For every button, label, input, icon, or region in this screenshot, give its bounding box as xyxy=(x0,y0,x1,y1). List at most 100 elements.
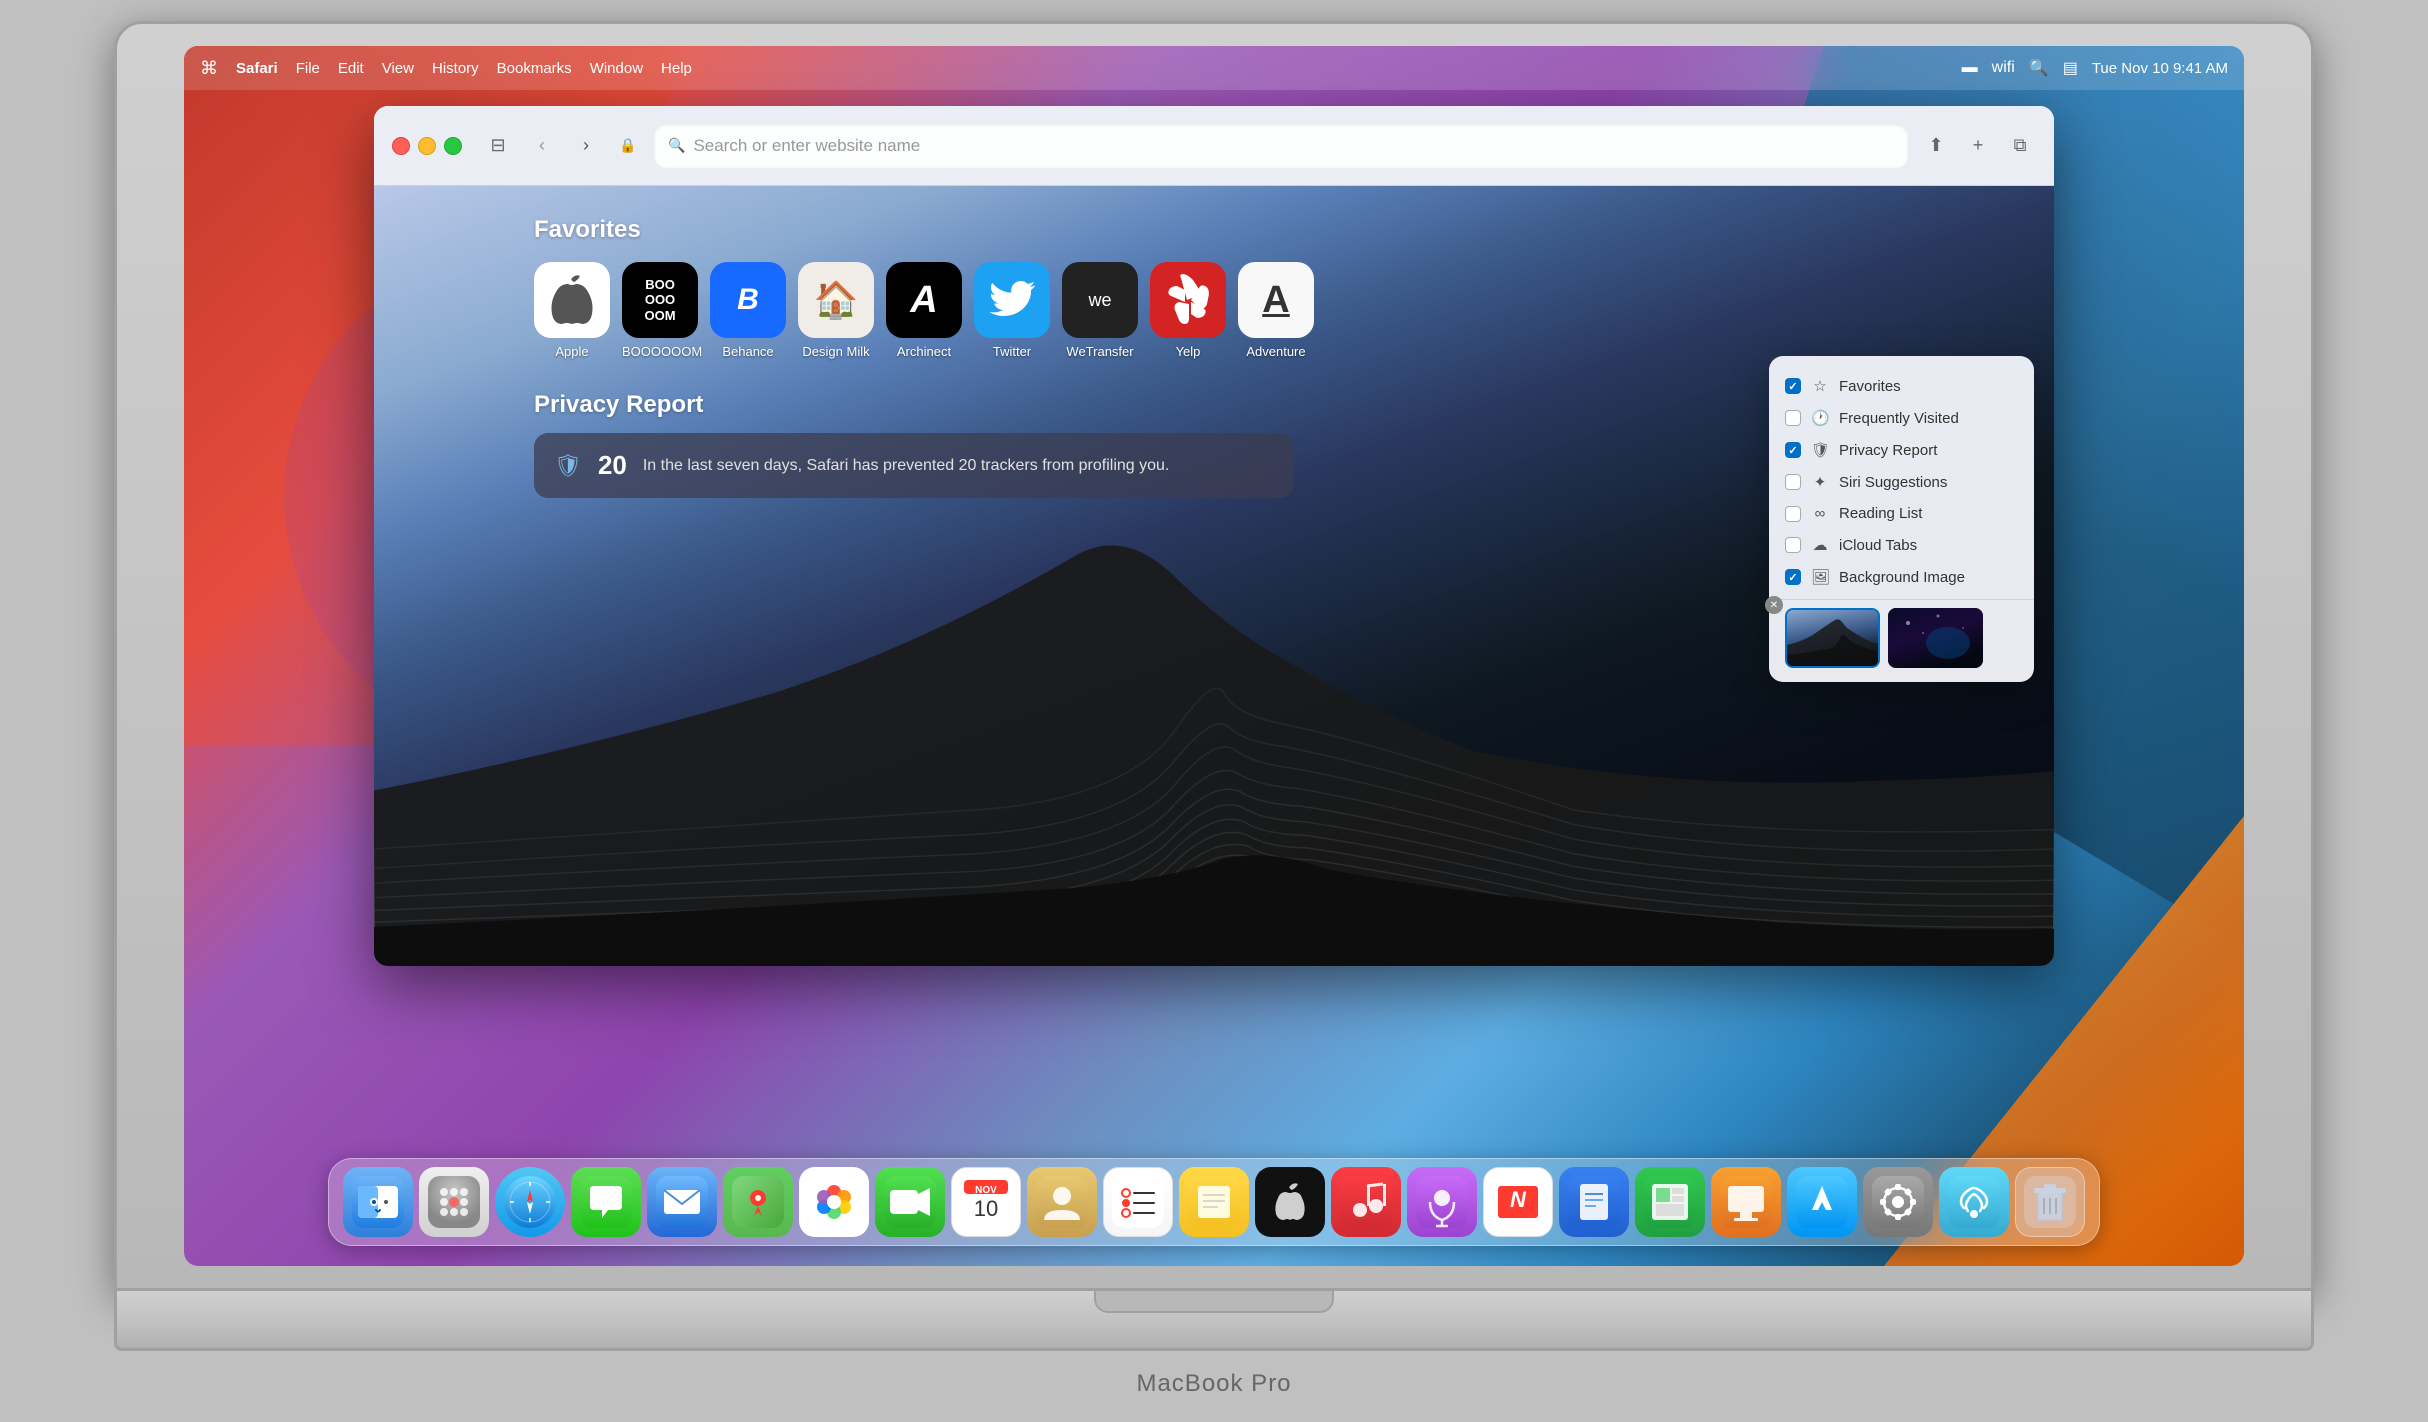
dock-launchpad[interactable] xyxy=(419,1167,489,1237)
menubar-file[interactable]: File xyxy=(296,60,320,77)
dock-container: NOV 10 xyxy=(184,1158,2244,1246)
favorite-item-yelp[interactable]: Yelp xyxy=(1150,262,1226,359)
dock-contacts[interactable] xyxy=(1027,1167,1097,1237)
favorite-item-archinect[interactable]: A Archinect xyxy=(886,262,962,359)
favorite-label-adventure: Adventure xyxy=(1246,344,1305,359)
dd-label-siri-suggestions: Siri Suggestions xyxy=(1839,474,2018,491)
dd-item-favorites[interactable]: ☆ Favorites xyxy=(1769,370,2034,402)
dd-item-background-image[interactable]: 🖼 Background Image xyxy=(1769,561,2034,593)
apple-menu-icon[interactable]: ⌘ xyxy=(200,58,218,79)
dock-podcasts[interactable] xyxy=(1407,1167,1477,1237)
dd-icon-icloud-tabs: ☁ xyxy=(1811,536,1829,554)
bg-thumb-space[interactable] xyxy=(1888,608,1983,668)
sidebar-toggle-button[interactable]: ⊟ xyxy=(482,130,514,162)
macbook-notch xyxy=(1094,1291,1334,1313)
favorites-grid: Apple BOOOOOOOM BOOOOOOM B Behance xyxy=(534,262,1314,359)
favorite-item-twitter[interactable]: Twitter xyxy=(974,262,1050,359)
dock-photos[interactable] xyxy=(799,1167,869,1237)
address-bar[interactable]: 🔍 Search or enter website name xyxy=(654,124,1908,168)
menubar-left: ⌘ Safari File Edit View History Bookmark… xyxy=(200,58,692,79)
dd-item-privacy-report[interactable]: 🛡 Privacy Report xyxy=(1769,434,2034,466)
favorite-item-apple[interactable]: Apple xyxy=(534,262,610,359)
dd-checkbox-icloud-tabs[interactable] xyxy=(1785,537,1801,553)
favorite-label-designmilk: Design Milk xyxy=(802,344,869,359)
favorites-section: Favorites Apple xyxy=(534,216,1314,359)
favorite-item-boooom[interactable]: BOOOOOOOM BOOOOOOM xyxy=(622,262,698,359)
dd-label-icloud-tabs: iCloud Tabs xyxy=(1839,537,2018,554)
dd-item-icloud-tabs[interactable]: ☁ iCloud Tabs xyxy=(1769,529,2034,561)
favorite-item-behance[interactable]: B Behance xyxy=(710,262,786,359)
favorite-icon-behance: B xyxy=(710,262,786,338)
share-button[interactable]: ⬆ xyxy=(1920,130,1952,162)
menubar-edit[interactable]: Edit xyxy=(338,60,364,77)
privacy-shield-icon: 🔒 xyxy=(614,132,642,160)
control-center-icon[interactable]: ▤ xyxy=(2063,58,2078,78)
dock-systemprefs[interactable] xyxy=(1863,1167,1933,1237)
macbook-label: MacBook Pro xyxy=(1136,1370,1291,1398)
dd-label-privacy-report: Privacy Report xyxy=(1839,442,2018,459)
dd-close-button[interactable]: ✕ xyxy=(1765,596,1783,614)
zoom-button[interactable] xyxy=(444,137,462,155)
dock-keynote[interactable] xyxy=(1711,1167,1781,1237)
dd-item-siri-suggestions[interactable]: ✦ Siri Suggestions xyxy=(1769,466,2034,498)
dock-finder[interactable] xyxy=(343,1167,413,1237)
dd-icon-background-image: 🖼 xyxy=(1811,568,1829,586)
dock-pages[interactable] xyxy=(1559,1167,1629,1237)
favorite-item-designmilk[interactable]: 🏠 Design Milk xyxy=(798,262,874,359)
dd-checkbox-privacy-report[interactable] xyxy=(1785,442,1801,458)
dock-notes[interactable] xyxy=(1179,1167,1249,1237)
favorite-item-wetransfer[interactable]: we WeTransfer xyxy=(1062,262,1138,359)
dock-trash[interactable] xyxy=(2015,1167,2085,1237)
dock-news[interactable]: N xyxy=(1483,1167,1553,1237)
forward-button[interactable]: › xyxy=(570,130,602,162)
dock-music[interactable] xyxy=(1331,1167,1401,1237)
dd-checkbox-siri-suggestions[interactable] xyxy=(1785,474,1801,490)
dock-numbers[interactable] xyxy=(1635,1167,1705,1237)
bg-thumb-mountain[interactable] xyxy=(1785,608,1880,668)
dock-mail[interactable] xyxy=(647,1167,717,1237)
dock-appstore[interactable] xyxy=(1787,1167,1857,1237)
dock-facetime[interactable] xyxy=(875,1167,945,1237)
menubar-right: ▬ wifi 🔍 ▤ Tue Nov 10 9:41 AM xyxy=(1962,58,2228,78)
favorite-label-yelp: Yelp xyxy=(1176,344,1201,359)
dd-label-background-image: Background Image xyxy=(1839,569,2018,586)
privacy-tracker-count: 20 xyxy=(598,450,627,481)
privacy-card[interactable]: 🛡 20 In the last seven days, Safari has … xyxy=(534,433,1294,498)
menubar-history[interactable]: History xyxy=(432,60,479,77)
dock-safari[interactable] xyxy=(495,1167,565,1237)
tab-overview-button[interactable]: ⧉ xyxy=(2004,130,2036,162)
dock-calendar[interactable]: NOV 10 xyxy=(951,1167,1021,1237)
minimize-button[interactable] xyxy=(418,137,436,155)
favorite-icon-wetransfer: we xyxy=(1062,262,1138,338)
menubar-window[interactable]: Window xyxy=(590,60,643,77)
dd-item-reading-list[interactable]: ∞ Reading List xyxy=(1769,498,2034,529)
favorite-icon-yelp xyxy=(1150,262,1226,338)
svg-text:10: 10 xyxy=(974,1196,998,1221)
menubar-view[interactable]: View xyxy=(382,60,414,77)
dock-messages[interactable] xyxy=(571,1167,641,1237)
menubar-datetime: Tue Nov 10 9:41 AM xyxy=(2092,60,2228,77)
dock-reminders[interactable] xyxy=(1103,1167,1173,1237)
dd-icon-siri-suggestions: ✦ xyxy=(1811,473,1829,491)
privacy-message: In the last seven days, Safari has preve… xyxy=(643,457,1274,475)
dd-checkbox-favorites[interactable] xyxy=(1785,378,1801,394)
dock-maps[interactable] xyxy=(723,1167,793,1237)
favorite-item-adventure[interactable]: A Adventure xyxy=(1238,262,1314,359)
dd-checkbox-background-image[interactable] xyxy=(1785,569,1801,585)
macos-desktop: ⌘ Safari File Edit View History Bookmark… xyxy=(184,46,2244,1266)
search-icon[interactable]: 🔍 xyxy=(2029,58,2049,78)
dd-label-reading-list: Reading List xyxy=(1839,505,2018,522)
menubar-bookmarks[interactable]: Bookmarks xyxy=(497,60,572,77)
dd-item-frequently-visited[interactable]: 🕐 Frequently Visited xyxy=(1769,402,2034,434)
dock-appletv[interactable] xyxy=(1255,1167,1325,1237)
wifi-icon[interactable]: wifi xyxy=(1992,59,2015,77)
close-button[interactable] xyxy=(392,137,410,155)
dock-airdrop[interactable] xyxy=(1939,1167,2009,1237)
dd-checkbox-reading-list[interactable] xyxy=(1785,506,1801,522)
dd-checkbox-frequently-visited[interactable] xyxy=(1785,410,1801,426)
menubar-safari[interactable]: Safari xyxy=(236,60,278,77)
favorite-icon-adventure: A xyxy=(1238,262,1314,338)
back-button[interactable]: ‹ xyxy=(526,130,558,162)
menubar-help[interactable]: Help xyxy=(661,60,692,77)
new-tab-button[interactable]: + xyxy=(1962,130,1994,162)
